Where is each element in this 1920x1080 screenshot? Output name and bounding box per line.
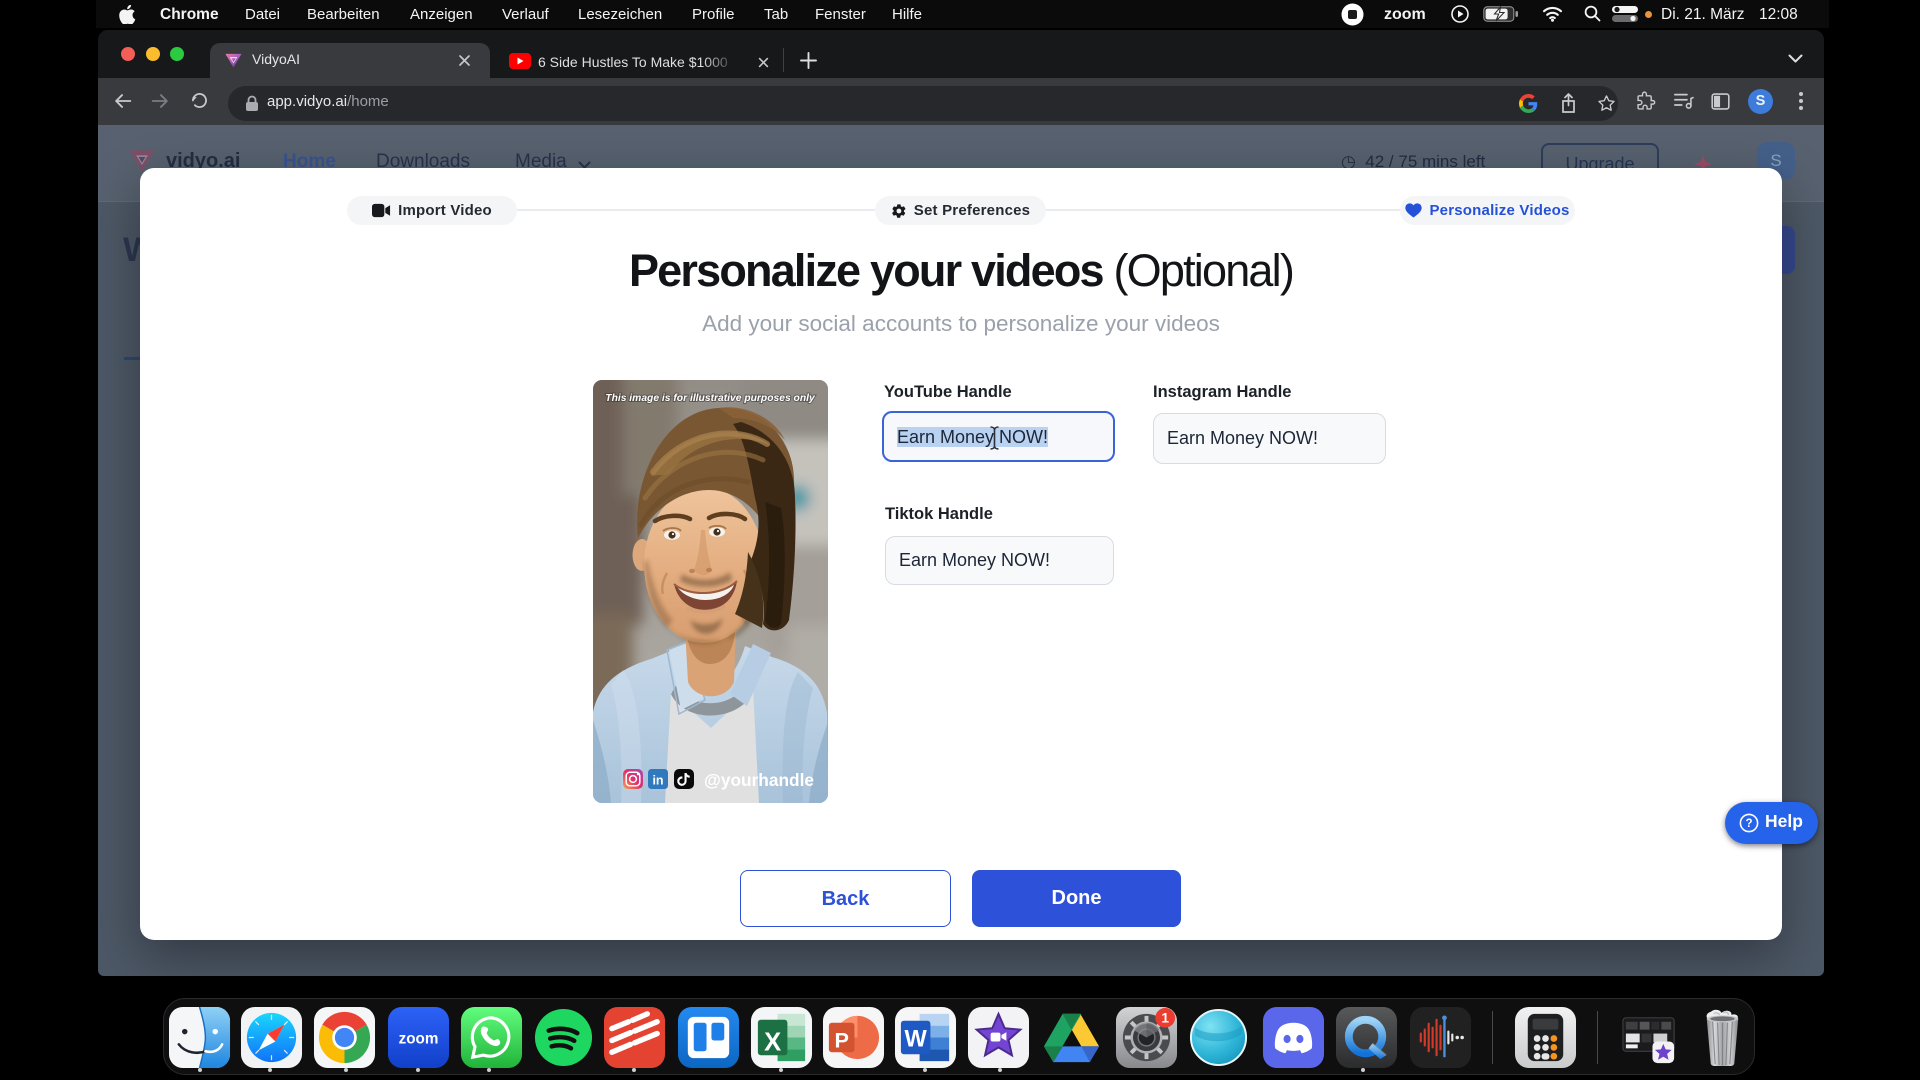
svg-text:1: 1: [1161, 1011, 1169, 1026]
svg-text:in: in: [652, 774, 663, 788]
svg-text:This image is for illustrative: This image is for illustrative purposes …: [605, 393, 816, 404]
svg-text:@yourhandle: @yourhandle: [704, 770, 814, 790]
svg-text:X: X: [764, 1028, 781, 1056]
svg-text:?: ?: [1745, 818, 1752, 830]
svg-text:P: P: [834, 1027, 848, 1052]
svg-text:zoom: zoom: [398, 1030, 438, 1047]
svg-text:W: W: [904, 1026, 927, 1052]
